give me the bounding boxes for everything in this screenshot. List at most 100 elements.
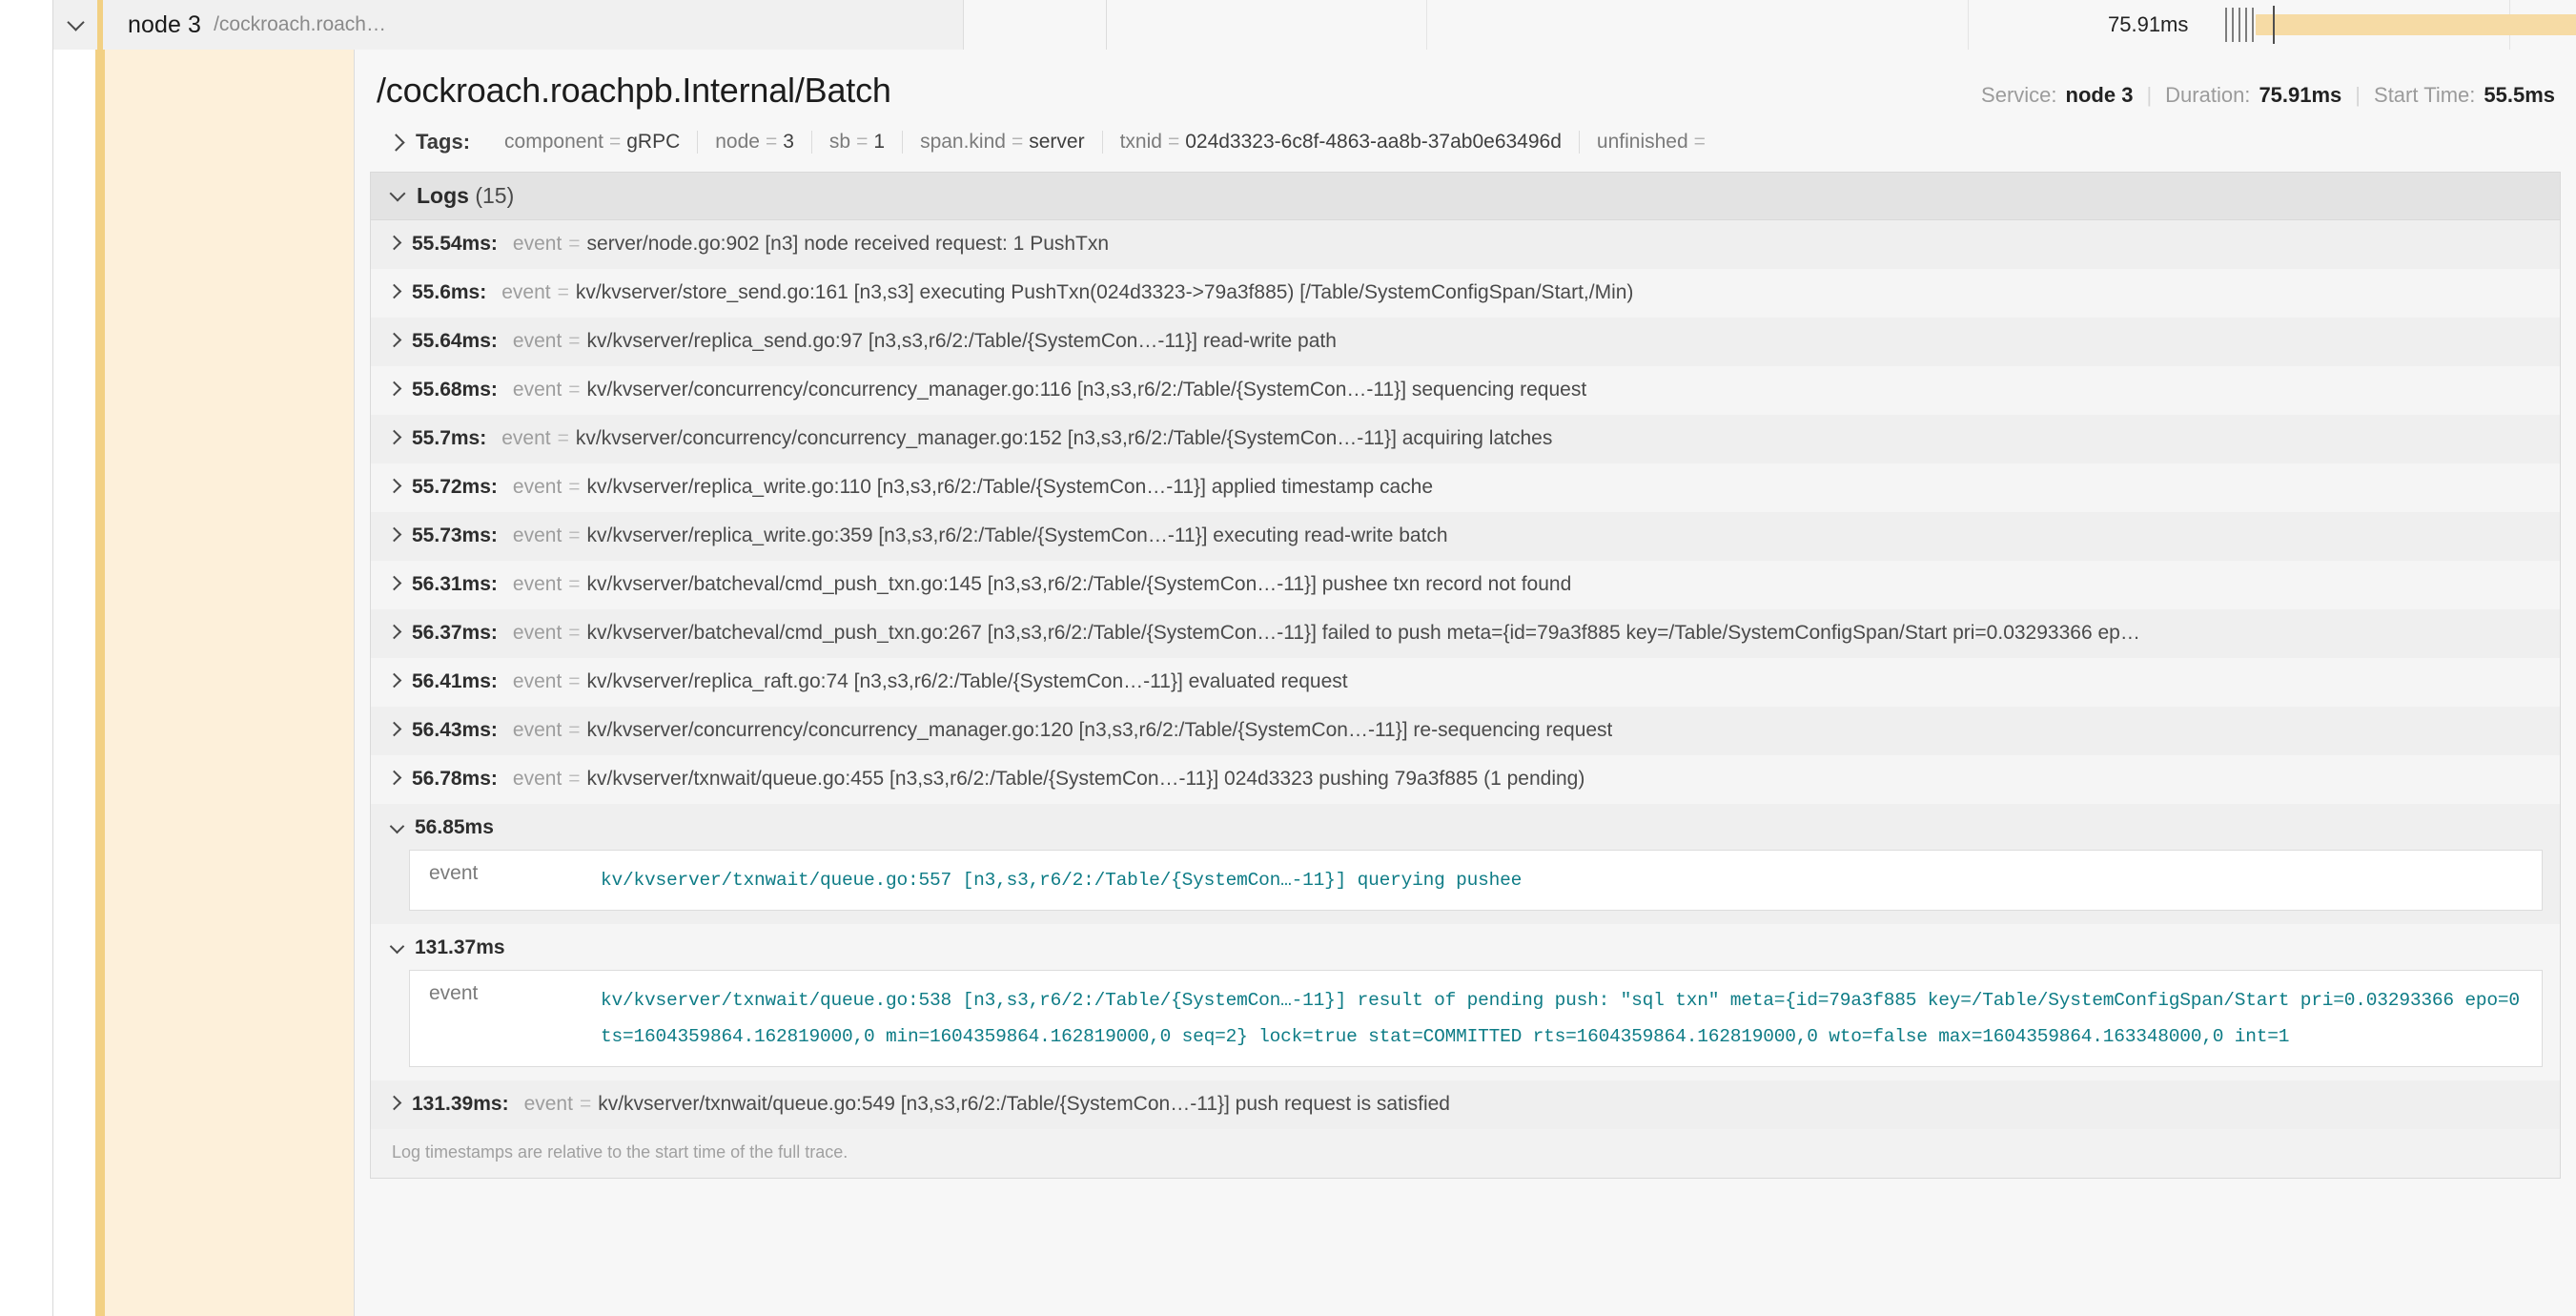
- log-field-label: event: [513, 670, 562, 693]
- trace-detail-page: node 3 /cockroach.roach… 75.91ms /cockro…: [0, 0, 2576, 1316]
- span-row[interactable]: node 3 /cockroach.roach… 75.91ms: [0, 0, 2576, 50]
- log-timestamp: 55.64ms:: [412, 330, 498, 353]
- log-row[interactable]: 56.78ms:event=kv/kvserver/txnwait/queue.…: [371, 755, 2560, 804]
- log-collapse-toggle[interactable]: [392, 814, 402, 837]
- logs-title: Logs (15): [417, 183, 514, 209]
- log-field-label: event: [513, 379, 562, 401]
- log-expand-toggle[interactable]: [392, 279, 399, 302]
- log-equals: =: [568, 622, 580, 645]
- log-row[interactable]: 55.73ms:event=kv/kvserver/replica_write.…: [371, 512, 2560, 561]
- log-collapse-toggle[interactable]: [392, 935, 402, 957]
- log-expand-toggle[interactable]: [392, 425, 399, 448]
- tag-item: node=3: [698, 131, 812, 154]
- log-expand-toggle[interactable]: [392, 766, 399, 789]
- log-group-body: eventkv/kvserver/txnwait/queue.go:538 [n…: [371, 970, 2560, 1080]
- detail-header: /cockroach.roachpb.Internal/Batch Servic…: [355, 50, 2576, 126]
- tag-item: sb=1: [812, 131, 903, 154]
- log-equals: =: [568, 768, 580, 791]
- log-expand-toggle[interactable]: [392, 668, 399, 691]
- duration-value: 75.91ms: [2259, 83, 2341, 108]
- log-group-header[interactable]: 56.85ms: [371, 804, 2560, 850]
- chevron-right-icon: [387, 134, 404, 151]
- log-row[interactable]: 56.37ms:event=kv/kvserver/batcheval/cmd_…: [371, 609, 2560, 658]
- log-field-label: event: [501, 427, 550, 450]
- log-equals: =: [568, 670, 580, 693]
- log-equals: =: [558, 281, 569, 304]
- span-timeline[interactable]: 75.91ms: [1107, 0, 2576, 50]
- log-row[interactable]: 56.41ms:event=kv/kvserver/replica_raft.g…: [371, 658, 2560, 707]
- chevron-right-icon: [387, 284, 402, 299]
- chevron-down-icon: [67, 13, 84, 31]
- log-timestamp: 56.43ms:: [412, 719, 498, 742]
- log-field-label: event: [524, 1093, 573, 1116]
- log-equals: =: [568, 719, 580, 742]
- meta-divider: |: [2355, 83, 2361, 108]
- timeline-tick: [2232, 8, 2234, 42]
- logs-section-header[interactable]: Logs (15): [370, 172, 2561, 220]
- log-message: kv/kvserver/replica_write.go:359 [n3,s3,…: [587, 524, 1448, 547]
- span-duration-bar[interactable]: [2256, 14, 2576, 35]
- log-group-header[interactable]: 131.37ms: [371, 924, 2560, 970]
- log-timestamp: 56.31ms:: [412, 573, 498, 596]
- log-expand-toggle[interactable]: [392, 377, 399, 400]
- log-expand-toggle[interactable]: [392, 474, 399, 497]
- log-expand-toggle[interactable]: [392, 328, 399, 351]
- log-timestamp: 55.6ms:: [412, 281, 486, 304]
- log-timestamp: 55.7ms:: [412, 427, 486, 450]
- page-title: /cockroach.roachpb.Internal/Batch: [377, 71, 891, 111]
- tag-value: 024d3323-6c8f-4863-aa8b-37ab0e63496d: [1185, 131, 1562, 154]
- chevron-right-icon: [387, 430, 402, 445]
- log-equals: =: [568, 573, 580, 596]
- log-message: kv/kvserver/concurrency/concurrency_mana…: [587, 719, 1613, 742]
- log-expand-toggle[interactable]: [392, 717, 399, 740]
- timeline-tick: [2252, 8, 2254, 42]
- start-time-value: 55.5ms: [2484, 83, 2555, 108]
- detail-meta: Service: node 3 | Duration: 75.91ms | St…: [1981, 83, 2555, 108]
- log-equals: =: [568, 330, 580, 353]
- log-timestamp: 56.85ms: [415, 816, 494, 839]
- tag-equals: =: [1694, 131, 1706, 154]
- detail-left-pad: [54, 50, 95, 1316]
- log-expand-toggle[interactable]: [392, 1091, 399, 1114]
- log-expand-toggle[interactable]: [392, 571, 399, 594]
- tag-key: unfinished: [1597, 131, 1688, 154]
- log-row[interactable]: 55.64ms:event=kv/kvserver/replica_send.g…: [371, 318, 2560, 366]
- tags-row[interactable]: Tags: component=gRPCnode=3sb=1span.kind=…: [355, 126, 2576, 160]
- chevron-right-icon: [387, 381, 402, 397]
- log-row[interactable]: 56.43ms:event=kv/kvserver/concurrency/co…: [371, 707, 2560, 755]
- span-expand-toggle[interactable]: [53, 0, 97, 50]
- detail-indent-panel: [105, 50, 355, 1316]
- tag-value: 1: [873, 131, 885, 154]
- log-expand-toggle[interactable]: [392, 231, 399, 254]
- chevron-right-icon: [387, 333, 402, 348]
- log-field-label: event: [513, 233, 562, 256]
- span-bar-start-tick: [2273, 6, 2275, 44]
- log-expand-toggle[interactable]: [392, 523, 399, 545]
- tag-key: sb: [829, 131, 850, 154]
- log-row[interactable]: 131.39ms:event=kv/kvserver/txnwait/queue…: [371, 1080, 2560, 1129]
- log-row[interactable]: 55.72ms:event=kv/kvserver/replica_write.…: [371, 463, 2560, 512]
- chevron-right-icon: [387, 527, 402, 543]
- log-equals: =: [568, 524, 580, 547]
- log-row[interactable]: 56.31ms:event=kv/kvserver/batcheval/cmd_…: [371, 561, 2560, 609]
- log-message: kv/kvserver/replica_send.go:97 [n3,s3,r6…: [587, 330, 1337, 353]
- log-expand-toggle[interactable]: [392, 620, 399, 643]
- logs-title-text: Logs: [417, 183, 469, 208]
- tag-value: server: [1029, 131, 1084, 154]
- log-timestamp: 56.78ms:: [412, 768, 498, 791]
- log-row[interactable]: 55.54ms:event=server/node.go:902 [n3] no…: [371, 220, 2560, 269]
- chevron-right-icon: [387, 673, 402, 689]
- tag-item: span.kind=server: [903, 131, 1103, 154]
- log-row[interactable]: 55.68ms:event=kv/kvserver/concurrency/co…: [371, 366, 2560, 415]
- span-name-cell[interactable]: node 3 /cockroach.roach…: [103, 0, 964, 50]
- timeline-tick: [2239, 8, 2240, 42]
- tags-expand-toggle[interactable]: [393, 136, 402, 149]
- log-equals: =: [558, 427, 569, 450]
- log-field-table: eventkv/kvserver/txnwait/queue.go:538 [n…: [409, 970, 2543, 1067]
- timeline-gridline: [1426, 0, 1427, 50]
- log-row[interactable]: 55.6ms:event=kv/kvserver/store_send.go:1…: [371, 269, 2560, 318]
- tag-key: node: [715, 131, 760, 154]
- log-row[interactable]: 55.7ms:event=kv/kvserver/concurrency/con…: [371, 415, 2560, 463]
- chevron-right-icon: [387, 722, 402, 737]
- tag-key: component: [504, 131, 603, 154]
